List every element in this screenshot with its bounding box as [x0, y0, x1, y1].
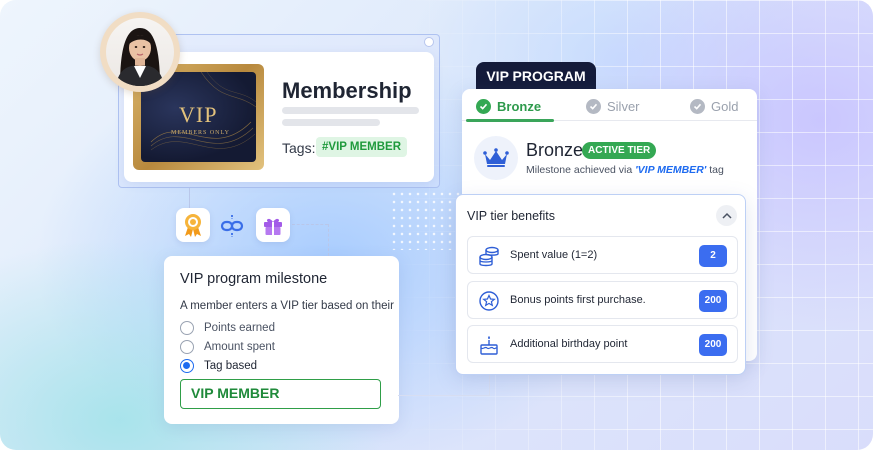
- radio-label: Amount spent: [204, 341, 275, 353]
- placeholder-line: [282, 119, 380, 126]
- benefit-label: Spent value (1=2): [510, 249, 598, 261]
- radio-label: Points earned: [204, 322, 275, 334]
- star-badge-icon: [479, 291, 499, 311]
- placeholder-line: [282, 107, 419, 114]
- tag-input-field[interactable]: VIP MEMBER: [180, 379, 381, 409]
- crown-icon: [483, 148, 509, 167]
- tab-label: Silver: [607, 98, 640, 114]
- milestone-note: Milestone achieved via 'VIP MEMBER' tag: [526, 164, 724, 176]
- tab-label: Bronze: [497, 98, 542, 114]
- link-icon: [219, 213, 245, 239]
- background-canvas: VIP MEMBERS ONLY Membership Tags: #VIP M…: [0, 0, 873, 450]
- tier-tabs: Bronze Silver Gold: [462, 94, 757, 120]
- connector-line: [489, 374, 490, 396]
- benefit-label: Bonus points first purchase.: [510, 294, 646, 306]
- connector-line: [189, 188, 190, 210]
- chevron-up-icon: [721, 212, 732, 219]
- benefits-title: VIP tier benefits: [467, 209, 556, 223]
- resize-handle[interactable]: [424, 37, 434, 47]
- check-circle-icon: [690, 98, 705, 114]
- current-tier-name: Bronze: [526, 140, 584, 160]
- vip-program-tab[interactable]: VIP PROGRAM: [476, 62, 596, 90]
- radio-button[interactable]: [180, 340, 194, 354]
- active-tier-badge: ACTIVE TIER: [582, 142, 657, 159]
- coins-icon: [479, 246, 499, 267]
- check-circle-icon: [476, 98, 491, 114]
- tab-bronze[interactable]: Bronze: [476, 94, 541, 118]
- connector-dashed: [292, 224, 328, 225]
- benefit-value: 200: [699, 334, 727, 356]
- vip-member-tag[interactable]: #VIP MEMBER: [316, 137, 408, 157]
- milestone-description: A member enters a VIP tier based on thei…: [180, 300, 394, 312]
- radio-label: Tag based: [204, 360, 258, 372]
- collapse-button[interactable]: [716, 205, 737, 226]
- benefit-row[interactable]: Additional birthday point 200: [467, 325, 738, 363]
- note-prefix: Milestone achieved via: [526, 164, 636, 176]
- gift-badge: [256, 208, 290, 242]
- avatar: [100, 12, 180, 92]
- note-tag: 'VIP MEMBER': [635, 164, 707, 176]
- vip-card-subtitle: MEMBERS ONLY: [171, 130, 230, 136]
- benefit-row[interactable]: Spent value (1=2) 2: [467, 236, 738, 274]
- milestone-title: VIP program milestone: [180, 271, 328, 287]
- check-circle-icon: [586, 98, 601, 114]
- award-badge: [176, 208, 210, 242]
- tab-gold[interactable]: Gold: [690, 94, 738, 118]
- tab-label: Gold: [711, 98, 739, 114]
- award-icon: [185, 214, 201, 237]
- radio-points-earned[interactable]: Points earned: [180, 320, 275, 336]
- benefit-row[interactable]: Bonus points first purchase. 200: [467, 281, 738, 319]
- cake-icon: [480, 336, 498, 355]
- crown-badge: [474, 136, 518, 180]
- benefit-value: 2: [699, 245, 727, 267]
- vip-card-word: VIP: [179, 102, 218, 127]
- tab-silver[interactable]: Silver: [586, 94, 640, 118]
- membership-title: Membership: [282, 78, 412, 103]
- gift-icon: [264, 218, 282, 235]
- radio-amount-spent[interactable]: Amount spent: [180, 339, 275, 355]
- active-tab-indicator: [466, 119, 554, 122]
- radio-tag-based[interactable]: Tag based: [180, 358, 257, 374]
- connector-line: [398, 395, 490, 396]
- note-suffix: tag: [706, 164, 724, 176]
- radio-button[interactable]: [180, 321, 194, 335]
- benefit-value: 200: [699, 290, 727, 312]
- benefit-label: Additional birthday point: [510, 338, 628, 350]
- avatar-portrait: [116, 28, 164, 86]
- radio-button-selected[interactable]: [180, 359, 194, 373]
- tags-label: Tags:: [282, 140, 316, 156]
- connector-dashed: [328, 224, 329, 256]
